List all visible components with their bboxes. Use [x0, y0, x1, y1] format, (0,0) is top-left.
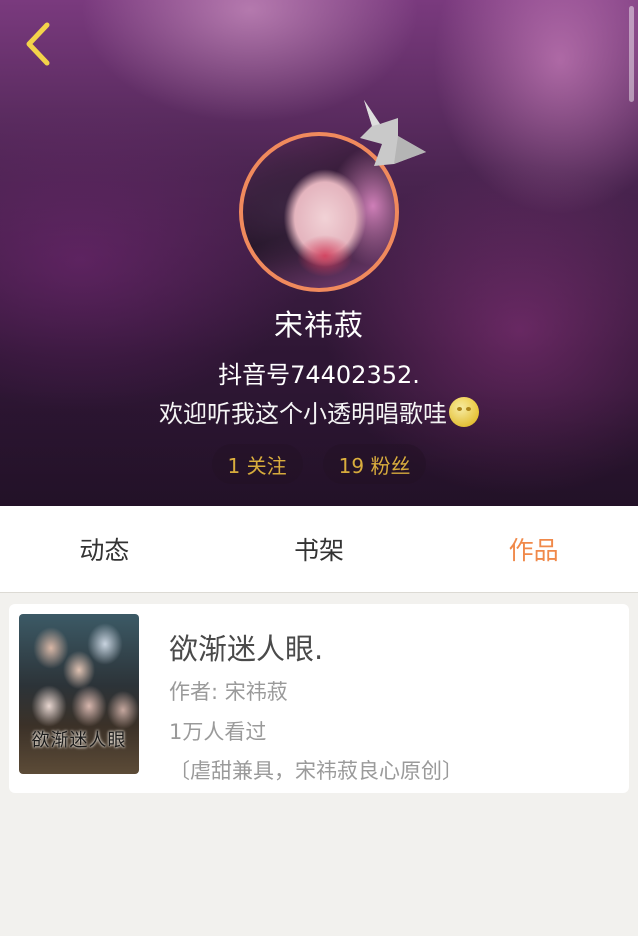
bio: 欢迎听我这个小透明唱歌哇	[0, 394, 638, 429]
tab-dynamics[interactable]: 动态	[0, 506, 215, 592]
back-button[interactable]	[14, 18, 62, 70]
work-title[interactable]: 欲渐迷人眼.	[169, 626, 323, 668]
profile-header: 宋祎菽 抖音号74402352. 欢迎听我这个小透明唱歌哇 1 关注 19 粉丝	[0, 0, 638, 506]
scrollbar[interactable]	[629, 6, 634, 102]
bio-text: 欢迎听我这个小透明唱歌哇	[159, 400, 447, 428]
work-cover-image[interactable]: 欲渐迷人眼	[19, 614, 139, 774]
work-author: 作者: 宋祎菽	[169, 680, 288, 704]
followers-pill[interactable]: 19 粉丝	[322, 444, 427, 484]
following-count: 1 关注	[227, 453, 287, 478]
crown-icon	[360, 100, 426, 166]
douyin-id: 抖音号74402352.	[218, 361, 420, 389]
tab-bar: 动态 书架 作品	[0, 506, 638, 593]
cover-title-text: 欲渐迷人眼	[31, 730, 127, 751]
tab-works[interactable]: 作品	[423, 506, 638, 592]
following-pill[interactable]: 1 关注	[211, 444, 303, 484]
work-description: 〔虐甜兼具，宋祎菽良心原创〕	[169, 759, 463, 783]
username: 宋祎菽	[273, 308, 364, 342]
tab-bookshelf[interactable]: 书架	[215, 506, 424, 592]
moon-face-emoji-icon	[449, 396, 479, 427]
stats-row: 1 关注 19 粉丝	[0, 444, 638, 484]
chevron-left-icon	[26, 22, 50, 66]
work-card[interactable]: 欲渐迷人眼 欲渐迷人眼. 作者: 宋祎菽 1万人看过 〔虐甜兼具，宋祎菽良心原创…	[9, 604, 629, 793]
followers-count: 19 粉丝	[338, 453, 411, 478]
work-views: 1万人看过	[169, 720, 267, 744]
